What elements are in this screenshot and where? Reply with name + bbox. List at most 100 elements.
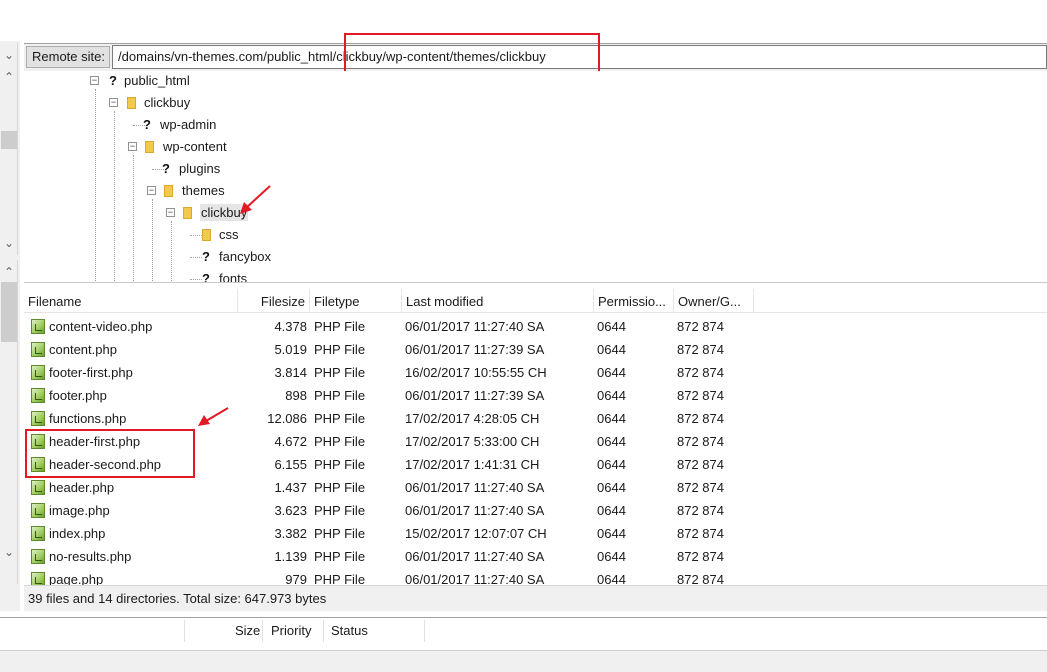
table-row[interactable]: functions.php 12.086 PHP File 17/02/2017 4:… — [24, 407, 1047, 430]
table-row[interactable]: footer-first.php 3.814 PHP File 16/02/2017 … — [24, 361, 1047, 384]
php-file-icon — [31, 503, 45, 518]
file-modified: 06/01/2017 11:27:40 SA — [405, 480, 545, 495]
tree-item-css[interactable]: css — [202, 225, 239, 245]
file-type: PHP File — [314, 572, 366, 585]
column-filetype[interactable]: Filetype — [310, 289, 402, 313]
column-permissions[interactable]: Permissio... — [594, 289, 674, 313]
collapse-icon[interactable]: − — [166, 208, 175, 217]
table-row[interactable]: page.php 979 PHP File 06/01/2017 11:27:40 S… — [24, 568, 1047, 585]
tree-connector — [152, 199, 153, 282]
file-owner: 872 874 — [677, 388, 724, 403]
folder-icon — [127, 97, 136, 109]
table-row[interactable]: no-results.php 1.139 PHP File 06/01/2017 11… — [24, 545, 1047, 568]
scroll-up-icon[interactable]: ⌃ — [0, 264, 18, 280]
tree-item-wp-content[interactable]: − wp-content — [128, 137, 227, 157]
tree-connector — [190, 235, 202, 236]
column-filesize[interactable]: Filesize — [238, 289, 310, 313]
file-size: 3.382 — [274, 526, 307, 541]
file-owner: 872 874 — [677, 342, 724, 357]
php-file-icon — [31, 342, 45, 357]
table-row[interactable]: footer.php 898 PHP File 06/01/2017 11:27:39… — [24, 384, 1047, 407]
tree-item-fancybox[interactable]: ? fancybox — [199, 247, 271, 267]
file-owner: 872 874 — [677, 434, 724, 449]
file-size: 898 — [285, 388, 307, 403]
file-name: content-video.php — [49, 319, 153, 334]
tree-item-public-html[interactable]: − ? public_html — [90, 71, 190, 91]
local-tree-scrollbar[interactable]: ⌄ ⌃ ⌄ — [0, 43, 18, 255]
tree-item-fonts[interactable]: ? fonts — [199, 269, 247, 283]
file-name: functions.php — [49, 411, 127, 426]
question-icon: ? — [202, 271, 210, 283]
file-size: 4.672 — [274, 434, 307, 449]
file-modified: 17/02/2017 1:41:31 CH — [405, 457, 540, 472]
column-divider — [184, 620, 185, 642]
queue-column-size[interactable]: Size — [230, 618, 260, 643]
file-owner: 872 874 — [677, 480, 724, 495]
file-modified: 06/01/2017 11:27:39 SA — [405, 342, 545, 357]
column-divider — [424, 620, 425, 642]
column-divider — [323, 620, 324, 642]
file-name: no-results.php — [49, 549, 132, 564]
tree-item-themes[interactable]: − themes — [147, 181, 225, 201]
file-list-header: ^ Filename Filesize Filetype Last modifi… — [24, 289, 1047, 313]
table-row[interactable]: image.php 3.623 PHP File 06/01/2017 11:27:4… — [24, 499, 1047, 522]
folder-icon — [164, 185, 173, 197]
column-last-modified[interactable]: Last modified — [402, 289, 594, 313]
file-permissions: 0644 — [597, 411, 626, 426]
tree-connector — [171, 221, 172, 282]
collapse-icon[interactable]: − — [90, 76, 99, 85]
file-modified: 17/02/2017 4:28:05 CH — [405, 411, 540, 426]
table-row[interactable]: index.php 3.382 PHP File 15/02/2017 12:07:0… — [24, 522, 1047, 545]
table-row[interactable]: content.php 5.019 PHP File 06/01/2017 11:27… — [24, 338, 1047, 361]
php-file-icon — [31, 549, 45, 564]
tree-item-wp-admin[interactable]: ? wp-admin — [128, 115, 216, 135]
file-name: image.php — [49, 503, 110, 518]
table-row[interactable]: header.php 1.437 PHP File 06/01/2017 11:27:… — [24, 476, 1047, 499]
file-type: PHP File — [314, 480, 366, 495]
file-size: 4.378 — [274, 319, 307, 334]
local-list-scrollbar[interactable]: ⌃ ⌄ — [0, 260, 18, 584]
file-owner: 872 874 — [677, 457, 724, 472]
highlight-box-header-files — [25, 429, 195, 478]
column-divider — [262, 620, 263, 642]
column-filename[interactable]: Filename — [24, 289, 238, 313]
file-type: PHP File — [314, 319, 366, 334]
file-modified: 06/01/2017 11:27:40 SA — [405, 572, 545, 585]
chevron-down-icon[interactable]: ⌄ — [0, 47, 18, 63]
table-row[interactable]: content-video.php 4.378 PHP File 06/01/2017… — [24, 315, 1047, 338]
transfer-queue-header: Size Priority Status — [0, 617, 1047, 643]
file-size: 979 — [285, 572, 307, 585]
collapse-icon[interactable]: − — [147, 186, 156, 195]
queue-column-priority[interactable]: Priority — [266, 618, 311, 643]
scroll-down-icon[interactable]: ⌄ — [0, 235, 18, 251]
file-type: PHP File — [314, 342, 366, 357]
tree-item-clickbuy[interactable]: − clickbuy — [109, 93, 190, 113]
scroll-thumb[interactable] — [1, 282, 17, 342]
collapse-icon[interactable]: − — [109, 98, 118, 107]
scroll-down-icon[interactable]: ⌄ — [0, 544, 18, 560]
file-type: PHP File — [314, 549, 366, 564]
tree-item-plugins[interactable]: ? plugins — [147, 159, 220, 179]
scroll-thumb[interactable] — [1, 131, 17, 149]
tree-connector — [95, 89, 96, 282]
file-size: 3.814 — [274, 365, 307, 380]
queue-column-status[interactable]: Status — [326, 618, 368, 643]
file-size: 1.437 — [274, 480, 307, 495]
status-summary: 39 files and 14 directories. Total size:… — [24, 585, 1047, 611]
file-name: content.php — [49, 342, 117, 357]
scroll-up-icon[interactable]: ⌃ — [0, 69, 18, 85]
collapse-icon[interactable]: − — [128, 142, 137, 151]
file-modified: 16/02/2017 10:55:55 CH — [405, 365, 547, 380]
file-permissions: 0644 — [597, 388, 626, 403]
php-file-icon — [31, 365, 45, 380]
column-owner-group[interactable]: Owner/G... — [674, 289, 754, 313]
remote-site-label: Remote site: — [26, 46, 110, 68]
file-type: PHP File — [314, 457, 366, 472]
file-permissions: 0644 — [597, 503, 626, 518]
tree-connector — [133, 155, 134, 282]
folder-icon — [202, 229, 211, 241]
annotation-arrow — [198, 407, 229, 426]
php-file-icon — [31, 388, 45, 403]
file-permissions: 0644 — [597, 319, 626, 334]
file-size: 3.623 — [274, 503, 307, 518]
